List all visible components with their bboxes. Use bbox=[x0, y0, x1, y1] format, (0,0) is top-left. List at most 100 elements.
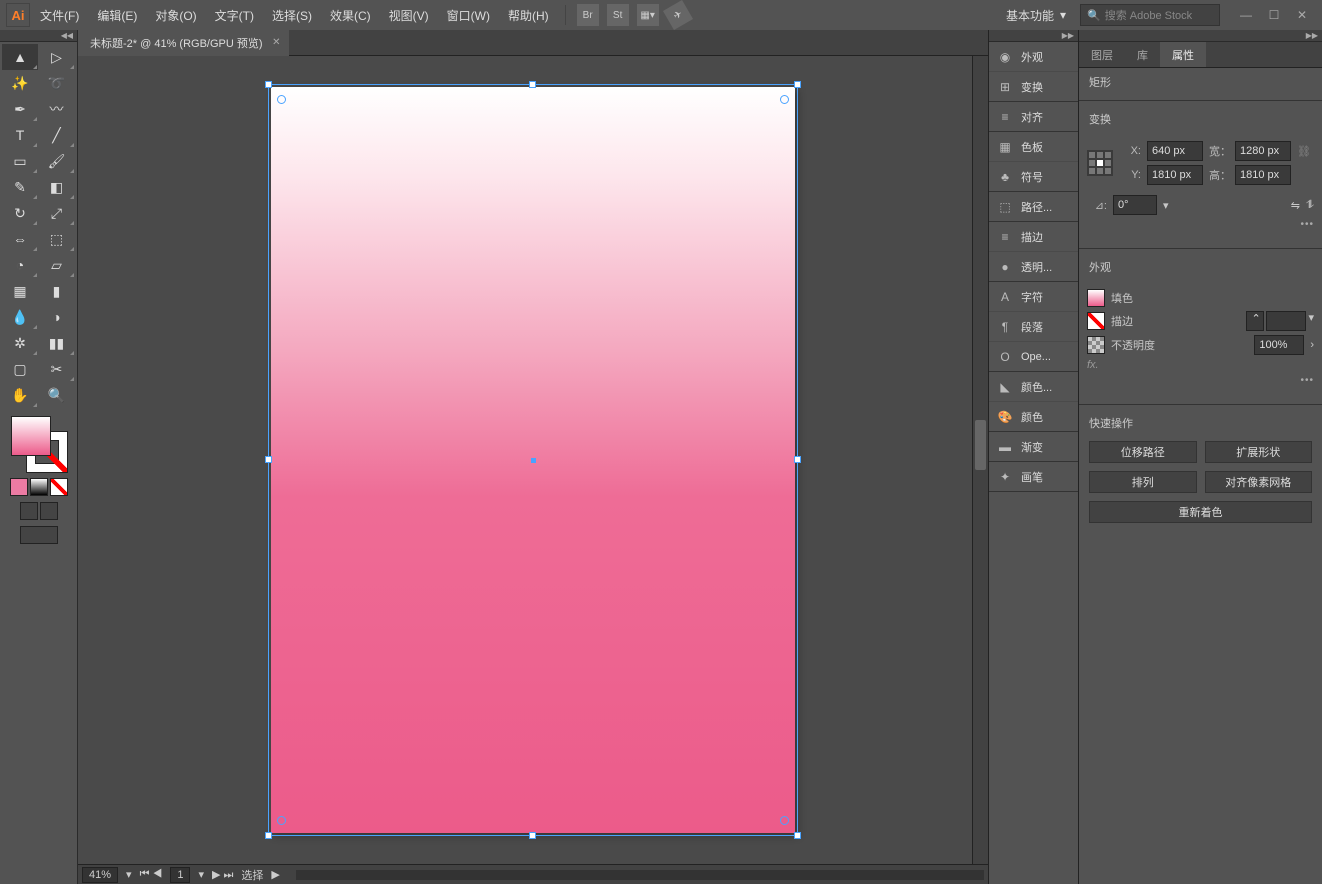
graph-tool[interactable]: ▮▮ bbox=[39, 330, 75, 356]
blend-tool[interactable]: ◑ bbox=[39, 304, 75, 330]
handle-b[interactable] bbox=[529, 832, 536, 839]
stroke-weight-stepper[interactable]: ⌃ bbox=[1246, 311, 1264, 331]
line-tool[interactable]: ╱ bbox=[39, 122, 75, 148]
eyedropper-tool[interactable]: 💧 bbox=[2, 304, 38, 330]
maximize-button[interactable]: ☐ bbox=[1260, 5, 1288, 25]
artboard-number[interactable]: 1 bbox=[170, 867, 190, 883]
pen-tool[interactable]: ✒ bbox=[2, 96, 38, 122]
status-menu-icon[interactable]: ▶ bbox=[271, 868, 279, 881]
corner-widget-tl[interactable] bbox=[277, 95, 286, 104]
appearance-more-icon[interactable]: ••• bbox=[1300, 375, 1314, 386]
handle-t[interactable] bbox=[529, 81, 536, 88]
shape-builder-tool[interactable]: ◔ bbox=[2, 252, 38, 278]
draw-normal-btn[interactable] bbox=[20, 502, 38, 520]
opacity-input[interactable] bbox=[1254, 335, 1304, 355]
menu-help[interactable]: 帮助(H) bbox=[500, 3, 557, 28]
handle-tr[interactable] bbox=[794, 81, 801, 88]
dock-stroke[interactable]: ≡描边 bbox=[989, 222, 1078, 252]
curvature-tool[interactable]: 〰 bbox=[39, 96, 75, 122]
handle-br[interactable] bbox=[794, 832, 801, 839]
dock-align[interactable]: ≡对齐 bbox=[989, 102, 1078, 132]
reference-point[interactable] bbox=[1087, 150, 1113, 176]
vertical-scrollbar[interactable] bbox=[972, 56, 988, 864]
rotate-tool[interactable]: ↻ bbox=[2, 200, 38, 226]
handle-bl[interactable] bbox=[265, 832, 272, 839]
arrange-docs-icon[interactable]: ▦▾ bbox=[637, 4, 659, 26]
menu-type[interactable]: 文字(T) bbox=[207, 3, 262, 28]
selection-tool[interactable]: ▲ bbox=[2, 44, 38, 70]
dock-brushes[interactable]: ✦画笔 bbox=[989, 462, 1078, 492]
panels-collapse[interactable]: ▶▶ bbox=[1079, 30, 1322, 42]
artboard-tool[interactable]: ▢ bbox=[2, 356, 38, 382]
angle-input[interactable] bbox=[1113, 195, 1157, 215]
rectangle-tool[interactable]: ▭ bbox=[2, 148, 38, 174]
expand-shape-button[interactable]: 扩展形状 bbox=[1205, 441, 1313, 463]
gradient-mode-btn[interactable] bbox=[30, 478, 48, 496]
link-wh-icon[interactable]: ⛓ bbox=[1297, 145, 1311, 158]
eraser-tool[interactable]: ◧ bbox=[39, 174, 75, 200]
menu-window[interactable]: 窗口(W) bbox=[439, 3, 498, 28]
direct-selection-tool[interactable]: ▷ bbox=[39, 44, 75, 70]
offset-path-button[interactable]: 位移路径 bbox=[1089, 441, 1197, 463]
shaper-tool[interactable]: ✎ bbox=[2, 174, 38, 200]
height-input[interactable] bbox=[1235, 165, 1291, 185]
angle-dropdown-icon[interactable]: ▾ bbox=[1163, 199, 1169, 212]
recolor-button[interactable]: 重新着色 bbox=[1089, 501, 1312, 523]
stroke-dropdown-icon[interactable]: ▾ bbox=[1308, 311, 1314, 331]
canvas[interactable] bbox=[78, 56, 988, 864]
scale-tool[interactable]: ⤢ bbox=[39, 200, 75, 226]
close-button[interactable]: ✕ bbox=[1288, 5, 1316, 25]
mesh-tool[interactable]: ▦ bbox=[2, 278, 38, 304]
menu-select[interactable]: 选择(S) bbox=[264, 3, 320, 28]
lasso-tool[interactable]: ➰ bbox=[39, 70, 75, 96]
corner-widget-bl[interactable] bbox=[277, 816, 286, 825]
magic-wand-tool[interactable]: ✨ bbox=[2, 70, 38, 96]
menu-object[interactable]: 对象(O) bbox=[147, 3, 204, 28]
zoom-tool[interactable]: 🔍 bbox=[39, 382, 75, 408]
stock-search[interactable]: 🔍 搜索 Adobe Stock bbox=[1080, 4, 1220, 26]
minimize-button[interactable]: — bbox=[1232, 5, 1260, 25]
flip-h-icon[interactable]: ⇋ bbox=[1291, 199, 1300, 212]
arrange-button[interactable]: 排列 bbox=[1089, 471, 1197, 493]
zoom-input[interactable]: 41% bbox=[82, 867, 118, 883]
dock-gradient[interactable]: ▬渐变 bbox=[989, 432, 1078, 462]
artboard-dropdown-icon[interactable]: ▾ bbox=[198, 868, 204, 881]
tab-libraries[interactable]: 库 bbox=[1125, 42, 1160, 67]
transform-more-icon[interactable]: ••• bbox=[1300, 219, 1314, 230]
symbol-sprayer-tool[interactable]: ✲ bbox=[2, 330, 38, 356]
width-input[interactable] bbox=[1235, 141, 1291, 161]
stroke-chip[interactable] bbox=[1087, 312, 1105, 330]
dock-color[interactable]: 🎨颜色 bbox=[989, 402, 1078, 432]
paintbrush-tool[interactable]: 🖌 bbox=[39, 148, 75, 174]
dock-symbols[interactable]: ♣符号 bbox=[989, 162, 1078, 192]
opacity-chip[interactable] bbox=[1087, 336, 1105, 354]
dock-character[interactable]: A字符 bbox=[989, 282, 1078, 312]
fill-stroke-swatch[interactable] bbox=[11, 416, 67, 472]
free-transform-tool[interactable]: ⬚ bbox=[39, 226, 75, 252]
dock-colorguide[interactable]: ◣颜色... bbox=[989, 372, 1078, 402]
draw-behind-btn[interactable] bbox=[40, 502, 58, 520]
gpu-icon[interactable]: ✈ bbox=[663, 0, 693, 30]
dock-appearance[interactable]: ◉外观 bbox=[989, 42, 1078, 72]
corner-widget-br[interactable] bbox=[780, 816, 789, 825]
dock-opentype[interactable]: OOpe... bbox=[989, 342, 1078, 372]
artboard[interactable] bbox=[271, 87, 795, 833]
bridge-icon[interactable]: Br bbox=[577, 4, 599, 26]
tab-properties[interactable]: 属性 bbox=[1160, 42, 1206, 67]
dock-swatches[interactable]: ▦色板 bbox=[989, 132, 1078, 162]
artboard-next-icon[interactable]: ▶ ⏭ bbox=[212, 868, 233, 882]
fx-label[interactable]: fx. bbox=[1087, 359, 1099, 371]
dock-paragraph[interactable]: ¶段落 bbox=[989, 312, 1078, 342]
document-tab[interactable]: 未标题-2* @ 41% (RGB/GPU 预览) ✕ bbox=[78, 30, 289, 56]
menu-view[interactable]: 视图(V) bbox=[381, 3, 437, 28]
handle-r[interactable] bbox=[794, 456, 801, 463]
color-mode-btn[interactable] bbox=[10, 478, 28, 496]
menu-effect[interactable]: 效果(C) bbox=[322, 3, 379, 28]
corner-widget-tr[interactable] bbox=[780, 95, 789, 104]
horizontal-scrollbar[interactable] bbox=[296, 870, 984, 880]
handle-tl[interactable] bbox=[265, 81, 272, 88]
stock-icon[interactable]: St bbox=[607, 4, 629, 26]
zoom-dropdown-icon[interactable]: ▾ bbox=[126, 868, 132, 881]
menu-file[interactable]: 文件(F) bbox=[32, 3, 87, 28]
screen-mode-btn[interactable] bbox=[20, 526, 58, 544]
